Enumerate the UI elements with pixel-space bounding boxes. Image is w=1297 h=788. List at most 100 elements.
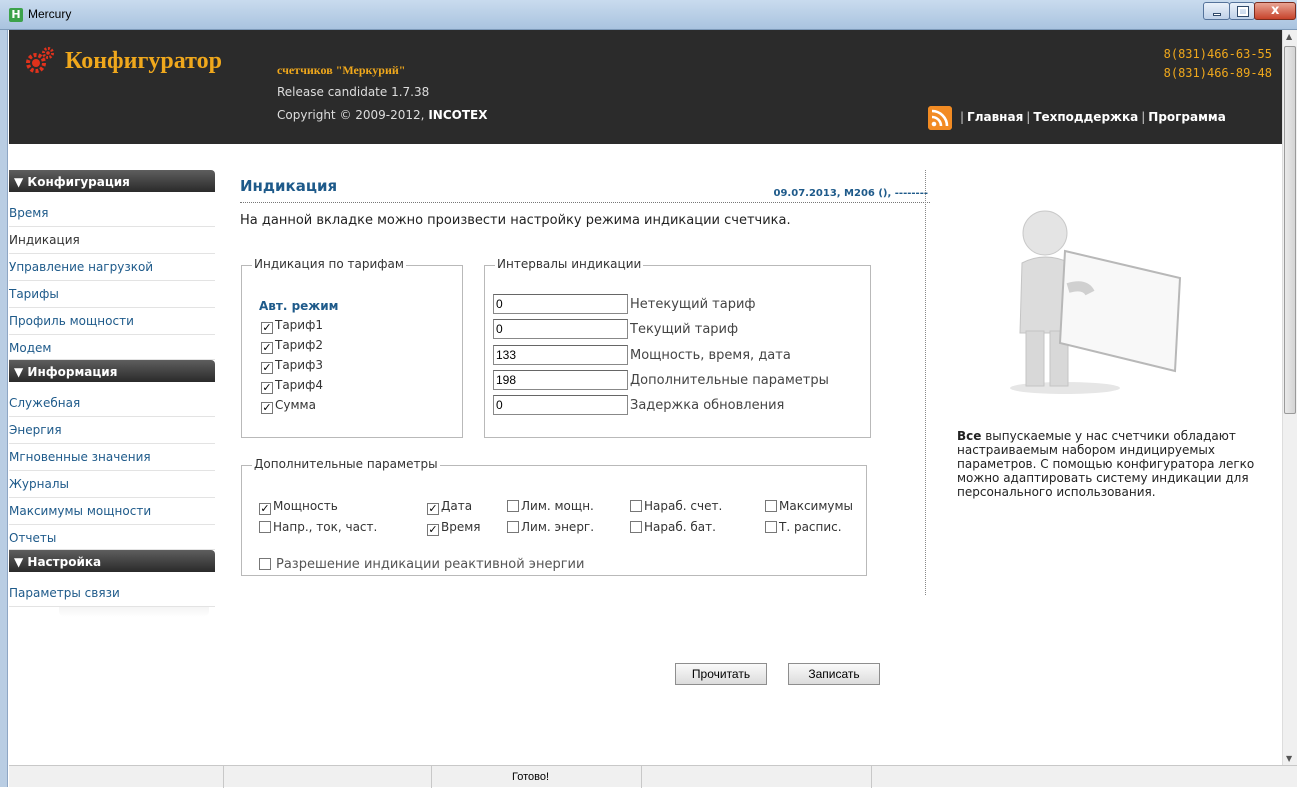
title-bar[interactable]: H Mercury x	[0, 0, 1297, 30]
app-window: H Mercury x Конфигуратор счетчиков "Мерк…	[0, 0, 1297, 788]
scroll-down-arrow-icon[interactable]: ▼	[1286, 754, 1292, 763]
checkbox-empty-icon	[507, 500, 519, 512]
sidebar: ▼ Конфигурация Время Индикация Управлени…	[9, 170, 215, 617]
non-current-tariff-label: Нетекущий тариф	[630, 297, 756, 312]
sidebar-bottom-decor	[59, 607, 209, 617]
date-checkbox[interactable]: ✓ Дата	[427, 499, 472, 515]
sidebar-item-instant-values[interactable]: Мгновенные значения	[9, 444, 215, 471]
time-checkbox[interactable]: ✓ Время	[427, 520, 481, 536]
sidebar-item-modem[interactable]: Модем	[9, 335, 215, 360]
checkbox-checked-icon: ✓	[259, 502, 271, 515]
status-text: Готово!	[432, 766, 642, 788]
intro-text: На данной вкладке можно произвести настр…	[240, 213, 791, 228]
status-cell-2	[224, 766, 432, 788]
status-cell-1	[9, 766, 224, 788]
minimize-button[interactable]	[1203, 2, 1230, 20]
sidebar-section-settings[interactable]: ▼ Настройка	[9, 550, 215, 572]
tariff4-checkbox[interactable]: ✓ Тариф4	[261, 378, 323, 394]
sidebar-section-information[interactable]: ▼ Информация	[9, 360, 215, 382]
write-button[interactable]: Записать	[788, 663, 880, 685]
person-holding-board-illustration	[990, 193, 1198, 401]
sidebar-section-configuration[interactable]: ▼ Конфигурация	[9, 170, 215, 192]
extra-params-legend: Дополнительные параметры	[252, 457, 440, 471]
sum-checkbox[interactable]: ✓ Сумма	[261, 398, 316, 414]
nav-home-link[interactable]: Главная	[967, 110, 1023, 124]
sidebar-item-power-maximums[interactable]: Максимумы мощности	[9, 498, 215, 525]
tariff3-checkbox[interactable]: ✓ Тариф3	[261, 358, 323, 374]
checkbox-empty-icon	[630, 521, 642, 533]
brand-subtitle: счетчиков "Меркурий"	[277, 63, 406, 77]
checkbox-empty-icon	[259, 558, 271, 570]
energy-limit-checkbox[interactable]: Лим. энерг.	[507, 520, 594, 534]
update-delay-input[interactable]	[493, 395, 628, 415]
sidebar-item-energy[interactable]: Энергия	[9, 417, 215, 444]
checkbox-checked-icon: ✓	[261, 361, 273, 374]
tariff1-checkbox[interactable]: ✓ Тариф1	[261, 318, 323, 334]
power-checkbox[interactable]: ✓ Мощность	[259, 499, 338, 515]
update-delay-label: Задержка обновления	[630, 398, 785, 413]
page-title: Индикация	[240, 177, 338, 195]
status-bar: Готово!	[9, 765, 1297, 788]
scrollbar-thumb[interactable]	[1284, 46, 1296, 414]
read-button[interactable]: Прочитать	[675, 663, 767, 685]
window-title: Mercury	[28, 7, 72, 21]
close-icon: x	[1271, 3, 1280, 18]
sidebar-item-journals[interactable]: Журналы	[9, 471, 215, 498]
sidebar-item-reports[interactable]: Отчеты	[9, 525, 215, 550]
title-divider	[240, 202, 930, 203]
checkbox-checked-icon: ✓	[261, 381, 273, 394]
extra-params-group: Дополнительные параметры ✓ Мощность ✓ Дата…	[241, 457, 867, 576]
sidebar-item-service[interactable]: Служебная	[9, 390, 215, 417]
checkbox-checked-icon: ✓	[427, 502, 439, 515]
voltage-current-freq-checkbox[interactable]: Напр., ток, част.	[259, 520, 377, 534]
tariff-indication-group: Индикация по тарифам Авт. режим ✓ Тариф1 …	[241, 257, 463, 438]
right-column-divider	[925, 170, 926, 595]
sidebar-item-tariffs[interactable]: Тарифы	[9, 281, 215, 308]
tariff2-checkbox[interactable]: ✓ Тариф2	[261, 338, 323, 354]
non-current-tariff-input[interactable]	[493, 294, 628, 314]
sidebar-item-time[interactable]: Время	[9, 200, 215, 227]
maximize-button[interactable]	[1229, 2, 1255, 20]
checkbox-empty-icon	[765, 500, 777, 512]
top-nav: | Главная | Техподдержка | Программа	[960, 110, 1226, 124]
battery-runtime-checkbox[interactable]: Нараб. бат.	[630, 520, 716, 534]
scroll-up-arrow-icon[interactable]: ▲	[1286, 32, 1292, 41]
checkbox-empty-icon	[765, 521, 777, 533]
gear-logo-icon	[26, 47, 54, 73]
close-button[interactable]: x	[1254, 2, 1296, 20]
sidebar-item-indication[interactable]: Индикация	[9, 227, 215, 254]
extra-params-input[interactable]	[493, 370, 628, 390]
brand-title: Конфигуратор	[65, 48, 222, 74]
current-tariff-input[interactable]	[493, 319, 628, 339]
device-meta: 09.07.2013, M206 (), --------	[773, 188, 928, 199]
minimize-icon	[1213, 13, 1221, 16]
vertical-scrollbar[interactable]: ▲ ▼	[1282, 30, 1297, 765]
meter-runtime-checkbox[interactable]: Нараб. счет.	[630, 499, 722, 513]
sidebar-item-connection-params[interactable]: Параметры связи	[9, 580, 215, 607]
tariff-indication-legend: Индикация по тарифам	[252, 257, 406, 271]
indication-intervals-legend: Интервалы индикации	[495, 257, 644, 271]
checkbox-checked-icon: ✓	[261, 321, 273, 334]
reactive-energy-checkbox[interactable]: Разрешение индикации реактивной энергии	[259, 557, 584, 572]
extra-params-label: Дополнительные параметры	[630, 373, 829, 388]
sidebar-item-load-control[interactable]: Управление нагрузкой	[9, 254, 215, 281]
rss-icon[interactable]	[928, 106, 952, 130]
nav-program-link[interactable]: Программа	[1148, 110, 1226, 124]
copyright-text: Copyright © 2009-2012, INCOTEX	[277, 108, 488, 122]
power-time-date-input[interactable]	[493, 345, 628, 365]
checkbox-empty-icon	[507, 521, 519, 533]
phone-number-1: 8(831)466-63-55	[1163, 47, 1272, 61]
checkbox-checked-icon: ✓	[261, 341, 273, 354]
checkbox-empty-icon	[259, 521, 271, 533]
promo-text: Все выпускаемые у нас счетчики обладают …	[957, 429, 1255, 499]
current-tariff-label: Текущий тариф	[630, 322, 739, 337]
nav-support-link[interactable]: Техподдержка	[1033, 110, 1138, 124]
maximums-checkbox[interactable]: Максимумы	[765, 499, 853, 513]
indication-intervals-group: Интервалы индикации Нетекущий тариф Теку…	[484, 257, 871, 438]
window-frame-left	[0, 30, 8, 787]
app-icon: H	[9, 8, 23, 22]
auto-mode-link[interactable]: Авт. режим	[259, 299, 338, 313]
sidebar-item-power-profile[interactable]: Профиль мощности	[9, 308, 215, 335]
schedule-checkbox[interactable]: Т. распис.	[765, 520, 842, 534]
power-limit-checkbox[interactable]: Лим. мощн.	[507, 499, 594, 513]
